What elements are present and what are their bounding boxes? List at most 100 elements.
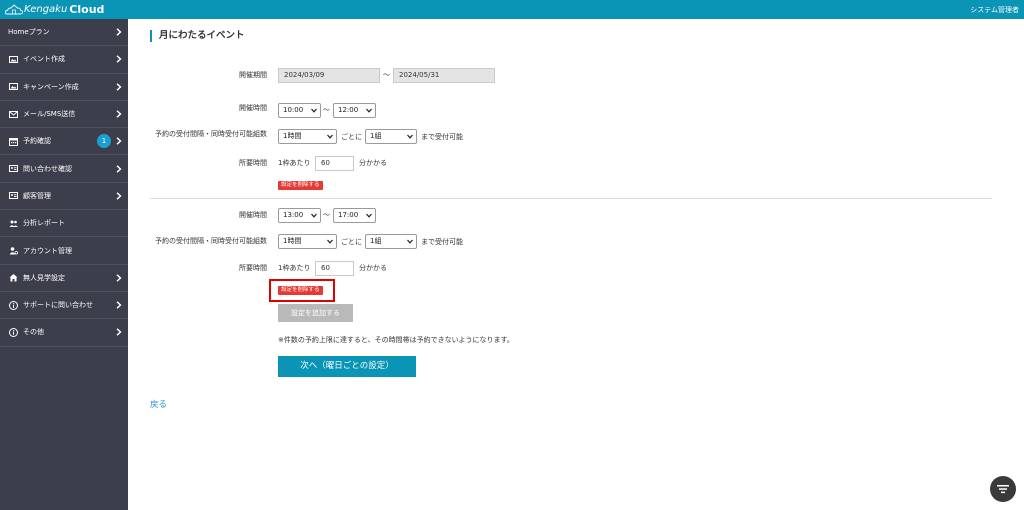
duration-suffix-2: 分かかる bbox=[359, 264, 387, 272]
chevron-down-icon bbox=[366, 108, 372, 113]
count-badge: 1 bbox=[97, 134, 111, 149]
filter-lines-icon bbox=[997, 485, 1009, 494]
chevron-down-icon bbox=[327, 239, 333, 244]
duration-prefix-2: 1枠あたり bbox=[278, 264, 311, 272]
sidebar: Homeプランイベント作成キャンペーン作成 メール/SMS送信 予約確認 1 問い合わせ… bbox=[0, 19, 128, 510]
sidebar-item-10[interactable]: 無人見学設定 bbox=[0, 265, 128, 292]
sidebar-item-label: 分析レポート bbox=[23, 219, 65, 228]
interval-label-1: 予約の受付間隔・同時受付可能組数 bbox=[155, 130, 267, 138]
delete-setting-button-1[interactable]: 設定を削除する bbox=[278, 181, 323, 190]
chevron-down-icon bbox=[311, 213, 317, 218]
interval-mid-text-2: ごとに bbox=[341, 238, 362, 246]
chevron-down-icon bbox=[407, 239, 413, 244]
admin-user-label[interactable]: システム管理者 bbox=[970, 5, 1019, 15]
sidebar-item-label: 無人見学設定 bbox=[23, 273, 65, 282]
duration-input-2[interactable]: 60 bbox=[315, 261, 354, 276]
sidebar-item-2[interactable]: イベント作成 bbox=[0, 46, 128, 74]
start-time-value-2: 13:00 bbox=[283, 211, 304, 219]
highlight-box bbox=[269, 279, 335, 302]
top-bar: Kengaku Cloud システム管理者 bbox=[0, 0, 1024, 19]
limit-note: ※件数の予約上限に達すると、その時間帯は予約できないようになります。 bbox=[278, 336, 514, 344]
period-start-input[interactable]: 2024/03/09 bbox=[278, 68, 380, 83]
duration-label-2: 所要時間 bbox=[239, 264, 267, 272]
chevron-down-icon bbox=[366, 213, 372, 218]
block-divider bbox=[150, 198, 992, 199]
duration-prefix-1: 1枠あたり bbox=[278, 159, 311, 167]
end-time-value-2: 17:00 bbox=[338, 211, 359, 219]
interval-value-2: 1時間 bbox=[283, 237, 302, 245]
duration-label-1: 所要時間 bbox=[239, 159, 267, 167]
start-time-select-2[interactable]: 13:00 bbox=[278, 208, 321, 223]
sidebar-item-label: 予約確認 bbox=[23, 137, 51, 146]
chevron-right-icon bbox=[116, 192, 122, 200]
sidebar-item-3[interactable]: キャンペーン作成 bbox=[0, 74, 128, 101]
next-button[interactable]: 次へ（曜日ごとの設定） bbox=[278, 356, 416, 377]
chevron-down-icon bbox=[311, 108, 317, 113]
id-card-icon bbox=[8, 164, 18, 174]
calendar-icon bbox=[8, 136, 18, 146]
interval-mid-text-1: ごとに bbox=[341, 133, 362, 141]
info-icon bbox=[8, 327, 18, 337]
sidebar-item-8[interactable]: 分析レポート bbox=[0, 210, 128, 238]
period-separator: 〜 bbox=[383, 71, 390, 79]
logo-text-cloud: Cloud bbox=[69, 3, 105, 16]
interval-label-2: 予約の受付間隔・同時受付可能組数 bbox=[155, 237, 267, 245]
sidebar-item-label: アカウント管理 bbox=[23, 246, 72, 255]
chevron-down-icon bbox=[407, 134, 413, 139]
groups-select-1[interactable]: 1組 bbox=[365, 129, 417, 144]
groups-value-1: 1組 bbox=[370, 132, 382, 140]
user-gear-icon bbox=[8, 246, 18, 256]
sidebar-item-5[interactable]: 予約確認 1 bbox=[0, 128, 128, 156]
chevron-down-icon bbox=[327, 134, 333, 139]
interval-select-1[interactable]: 1時間 bbox=[278, 129, 337, 144]
home-icon bbox=[8, 273, 18, 283]
sidebar-item-label: 顧客管理 bbox=[23, 191, 51, 200]
period-end-input[interactable]: 2024/05/31 bbox=[393, 68, 495, 83]
chevron-right-icon bbox=[116, 55, 122, 64]
logo-text: Kengaku bbox=[24, 4, 68, 15]
time-separator-2: 〜 bbox=[323, 211, 330, 219]
sidebar-item-11[interactable]: サポートに問い合わせ bbox=[0, 292, 128, 320]
sidebar-item-label: Homeプラン bbox=[8, 28, 50, 37]
id-card-icon bbox=[8, 191, 18, 201]
sidebar-item-label: その他 bbox=[23, 328, 44, 337]
interval-tail-text-2: まで受付可能 bbox=[421, 238, 463, 246]
end-time-value-1: 12:00 bbox=[338, 106, 359, 114]
sidebar-item-label: キャンペーン作成 bbox=[23, 82, 79, 91]
duration-suffix-1: 分かかる bbox=[359, 159, 387, 167]
chevron-right-icon bbox=[116, 301, 122, 309]
sidebar-item-label: イベント作成 bbox=[23, 55, 65, 64]
time-separator-1: 〜 bbox=[323, 106, 330, 114]
chevron-right-icon bbox=[116, 164, 122, 173]
start-time-select-1[interactable]: 10:00 bbox=[278, 103, 321, 118]
house-cloud-icon bbox=[5, 4, 23, 15]
sidebar-item-1[interactable]: Homeプラン bbox=[0, 19, 128, 47]
image-icon bbox=[8, 54, 18, 64]
end-time-select-1[interactable]: 12:00 bbox=[333, 103, 376, 118]
groups-value-2: 1組 bbox=[370, 237, 382, 245]
back-link[interactable]: 戻る bbox=[150, 398, 167, 410]
chevron-right-icon bbox=[116, 28, 122, 36]
duration-input-1[interactable]: 60 bbox=[315, 156, 354, 171]
users-icon bbox=[8, 218, 18, 228]
start-time-value-1: 10:00 bbox=[283, 106, 304, 114]
end-time-select-2[interactable]: 17:00 bbox=[333, 208, 376, 223]
chevron-right-icon bbox=[116, 328, 122, 337]
sidebar-item-12[interactable]: その他 bbox=[0, 319, 128, 347]
sidebar-item-label: 問い合わせ確認 bbox=[23, 164, 72, 173]
image-icon bbox=[8, 82, 18, 92]
sidebar-item-7[interactable]: 顧客管理 bbox=[0, 183, 128, 211]
interval-select-2[interactable]: 1時間 bbox=[278, 234, 337, 249]
info-icon bbox=[8, 300, 18, 310]
sidebar-item-6[interactable]: 問い合わせ確認 bbox=[0, 155, 128, 183]
sidebar-item-label: メール/SMS送信 bbox=[23, 110, 76, 119]
menu-fab-button[interactable] bbox=[990, 476, 1016, 502]
time-label-1: 開催時間 bbox=[239, 104, 267, 112]
logo[interactable]: Kengaku Cloud bbox=[5, 3, 104, 16]
page-title: 月にわたるイベント bbox=[150, 30, 245, 42]
sidebar-item-4[interactable]: メール/SMS送信 bbox=[0, 101, 128, 129]
mail-icon bbox=[8, 109, 18, 119]
sidebar-item-9[interactable]: アカウント管理 bbox=[0, 237, 128, 265]
groups-select-2[interactable]: 1組 bbox=[365, 234, 417, 249]
add-setting-button[interactable]: 設定を追加する bbox=[278, 304, 353, 322]
